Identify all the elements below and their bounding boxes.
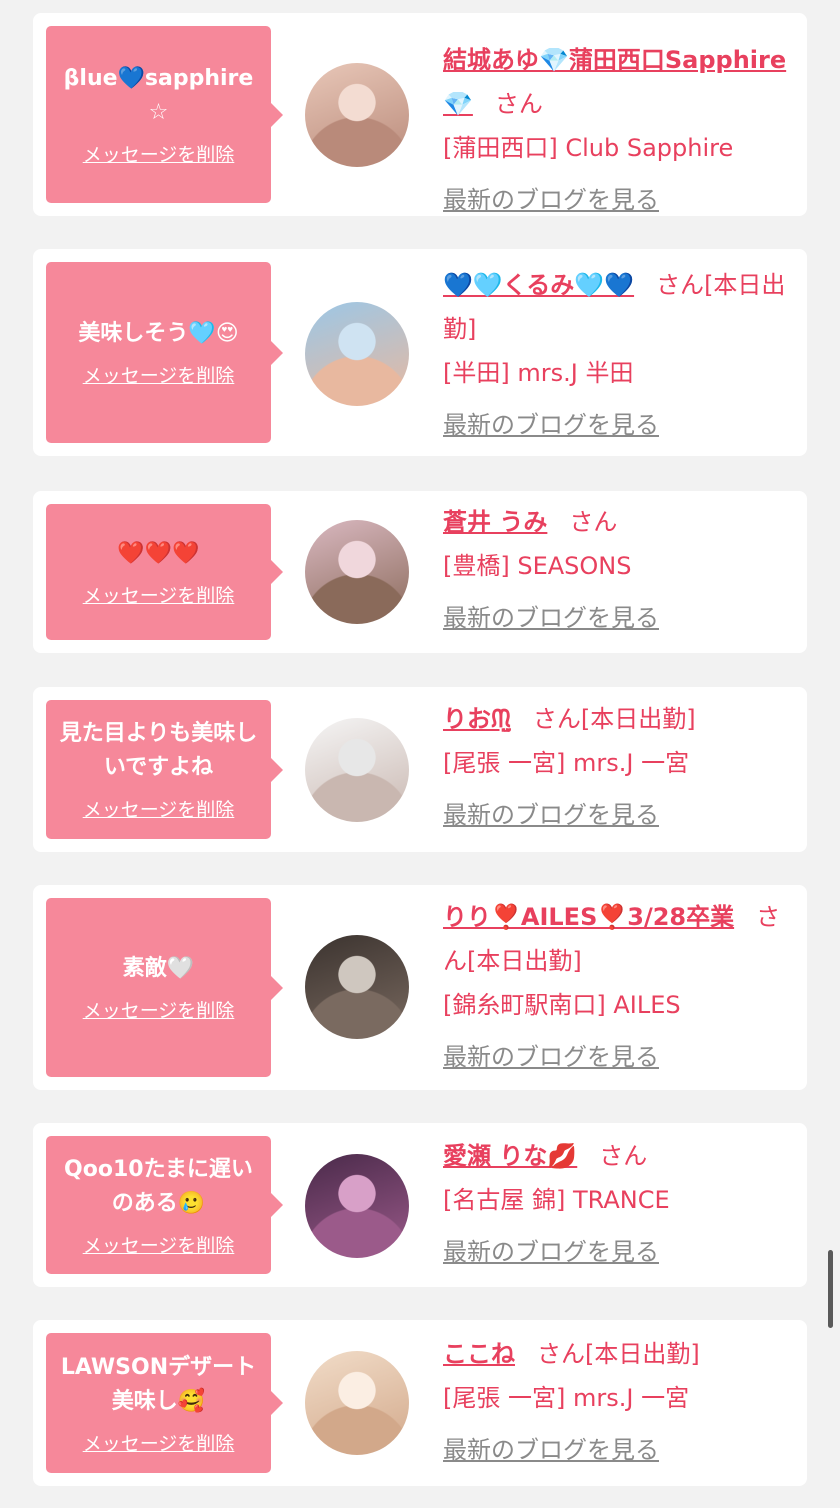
cast-name-link[interactable]: 愛瀬 りな💋 xyxy=(443,1142,577,1170)
attendance-status: [本日出勤] xyxy=(580,705,696,733)
message-card: βlue💙sapphire☆ メッセージを削除 結城あゆ💎蒲田西口Sapphire💎… xyxy=(33,13,807,216)
latest-blog-link[interactable]: 最新のブログを見る xyxy=(443,1428,659,1472)
message-text: Qoo10たまに遅いのある🥲 xyxy=(64,1156,253,1216)
message-card: 見た目よりも美味しいですよねメッセージを削除 りおᙏ̤̫ さん[本日出勤] [尾張 一… xyxy=(33,687,807,852)
message-text: 素敵🤍 xyxy=(122,956,195,981)
message-card: 美味しそう🩵😍 メッセージを削除 💙🩵くるみ🩵💙 さん[本日出勤] [半田] mrs.J… xyxy=(33,249,807,456)
delete-message-link[interactable]: メッセージを削除 xyxy=(83,581,235,608)
message-card: Qoo10たまに遅いのある🥲 メッセージを削除 愛瀬 りな💋 さん [名古屋 錦] TR… xyxy=(33,1123,807,1287)
cast-info: りおᙏ̤̫ さん[本日出勤] [尾張 一宮] mrs.J 一宮最新のブログを見る xyxy=(443,697,793,837)
latest-blog-link[interactable]: 最新のブログを見る xyxy=(443,1230,659,1274)
shop-name: [蒲田西口] Club Sapphire xyxy=(443,134,734,162)
message-card: LAWSONデザート美味し🥰 メッセージを削除 ここね さん[本日出勤] [尾張 一宮]… xyxy=(33,1320,807,1486)
avatar[interactable] xyxy=(305,1154,409,1258)
message-text: 美味しそう🩵😍 xyxy=(78,321,239,346)
message-bubble: Qoo10たまに遅いのある🥲 メッセージを削除 xyxy=(46,1136,283,1274)
message-bubble: ❤️❤️❤️ メッセージを削除 xyxy=(46,504,283,640)
cast-info: ここね さん[本日出勤] [尾張 一宮] mrs.J 一宮最新のブログを見る xyxy=(443,1332,793,1472)
avatar[interactable] xyxy=(305,520,409,624)
cast-name-link[interactable]: りり❣️AILES❣️3/28卒業 xyxy=(443,903,734,931)
avatar[interactable] xyxy=(305,718,409,822)
shop-name: [豊橋] SEASONS xyxy=(443,552,632,580)
scrollbar[interactable] xyxy=(828,1250,833,1328)
attendance-status: [本日出勤] xyxy=(585,1340,700,1368)
avatar[interactable] xyxy=(305,935,409,1039)
honorific-label: さん xyxy=(599,1142,648,1170)
message-card: ❤️❤️❤️ メッセージを削除 蒼井 うみ さん [豊橋] SEASONS 最新のブログを… xyxy=(33,491,807,653)
cast-info: 💙🩵くるみ🩵💙 さん[本日出勤] [半田] mrs.J 半田 最新のブログを見る xyxy=(443,263,793,447)
message-bubble: 素敵🤍 メッセージを削除 xyxy=(46,898,283,1077)
delete-message-link[interactable]: メッセージを削除 xyxy=(83,1231,235,1258)
message-card: 素敵🤍 メッセージを削除 りり❣️AILES❣️3/28卒業 さん[本日出勤] [錦糸町… xyxy=(33,885,807,1090)
avatar[interactable] xyxy=(305,302,409,406)
delete-message-link[interactable]: メッセージを削除 xyxy=(83,795,235,822)
avatar[interactable] xyxy=(305,1351,409,1455)
shop-name: [名古屋 錦] TRANCE xyxy=(443,1186,670,1214)
attendance-status: [本日出勤] xyxy=(467,947,582,975)
message-bubble: 見た目よりも美味しいですよねメッセージを削除 xyxy=(46,700,283,839)
latest-blog-link[interactable]: 最新のブログを見る xyxy=(443,178,659,222)
shop-name: [尾張 一宮] mrs.J 一宮 xyxy=(443,749,690,777)
latest-blog-link[interactable]: 最新のブログを見る xyxy=(443,403,659,447)
cast-info: 愛瀬 りな💋 さん [名古屋 錦] TRANCE 最新のブログを見る xyxy=(443,1134,793,1274)
delete-message-link[interactable]: メッセージを削除 xyxy=(83,996,235,1023)
message-text: ❤️❤️❤️ xyxy=(117,540,200,566)
delete-message-link[interactable]: メッセージを削除 xyxy=(83,1429,235,1456)
latest-blog-link[interactable]: 最新のブログを見る xyxy=(443,596,659,640)
delete-message-link[interactable]: メッセージを削除 xyxy=(83,361,235,388)
shop-name: [錦糸町駅南口] AILES xyxy=(443,991,681,1019)
cast-info: 蒼井 うみ さん [豊橋] SEASONS 最新のブログを見る xyxy=(443,500,793,640)
message-text: βlue💙sapphire☆ xyxy=(63,66,254,125)
honorific-label: さん xyxy=(656,271,705,299)
cast-info: りり❣️AILES❣️3/28卒業 さん[本日出勤] [錦糸町駅南口] AILES 最… xyxy=(443,895,793,1079)
latest-blog-link[interactable]: 最新のブログを見る xyxy=(443,793,659,837)
latest-blog-link[interactable]: 最新のブログを見る xyxy=(443,1035,659,1079)
message-bubble: βlue💙sapphire☆ メッセージを削除 xyxy=(46,26,283,203)
cast-name-link[interactable]: りおᙏ̤̫ xyxy=(443,705,511,733)
shop-name: [半田] mrs.J 半田 xyxy=(443,359,634,387)
delete-message-link[interactable]: メッセージを削除 xyxy=(83,140,235,167)
message-bubble: 美味しそう🩵😍 メッセージを削除 xyxy=(46,262,283,443)
message-bubble: LAWSONデザート美味し🥰 メッセージを削除 xyxy=(46,1333,283,1473)
cast-name-link[interactable]: 💙🩵くるみ🩵💙 xyxy=(443,271,634,299)
message-text: 見た目よりも美味しいですよね xyxy=(59,721,258,780)
honorific-label: さん xyxy=(494,90,543,118)
message-text: LAWSONデザート美味し🥰 xyxy=(60,1354,257,1414)
cast-name-link[interactable]: ここね xyxy=(443,1340,515,1368)
cast-name-link[interactable]: 蒼井 うみ xyxy=(443,508,547,536)
honorific-label: さん xyxy=(569,508,618,536)
shop-name: [尾張 一宮] mrs.J 一宮 xyxy=(443,1384,690,1412)
cast-info: 結城あゆ💎蒲田西口Sapphire💎 さん [蒲田西口] Club Sapphire… xyxy=(443,38,793,222)
honorific-label: さん xyxy=(532,705,581,733)
avatar[interactable] xyxy=(305,63,409,167)
honorific-label: さん xyxy=(537,1340,585,1368)
